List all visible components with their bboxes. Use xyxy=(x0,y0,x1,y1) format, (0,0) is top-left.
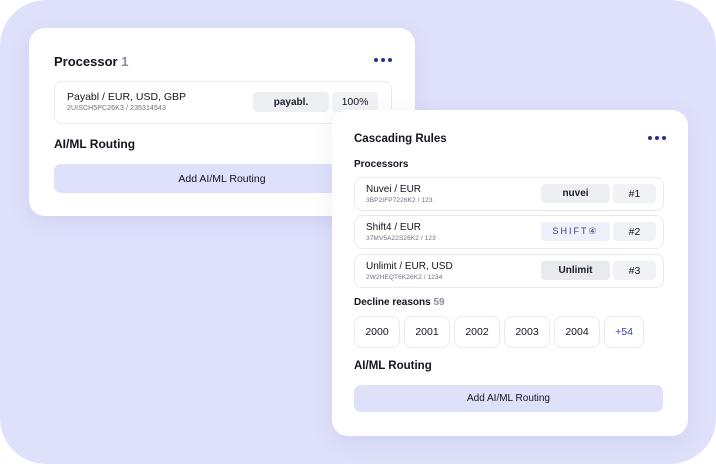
processor-name: Payabl / EUR, USD, GBP xyxy=(67,91,187,103)
processor-rank: #2 xyxy=(613,222,656,241)
cascade-processor-row[interactable]: Nuvei / EUR 3BP2IFP7226K2 / 123 nuvei #1 xyxy=(354,177,664,211)
processor-id: 37MV5A22S26K2 / 123 xyxy=(366,235,436,242)
decline-code-chip[interactable]: 2004 xyxy=(554,316,600,348)
more-dots-icon[interactable] xyxy=(374,55,394,65)
cascading-rules-card: Cascading Rules Processors Nuvei / EUR 3… xyxy=(332,110,688,436)
decline-reasons-label: Decline reasons 59 xyxy=(354,297,445,308)
processor-name: Shift4 / EUR xyxy=(366,222,422,233)
unlimit-logo: Unlimit xyxy=(541,261,610,280)
processor-rank: #1 xyxy=(613,184,656,203)
processor-name: Nuvei / EUR xyxy=(366,184,422,195)
processors-label: Processors xyxy=(354,159,409,170)
decline-code-chip[interactable]: 2002 xyxy=(454,316,500,348)
routing-title: AI/ML Routing xyxy=(354,360,432,372)
cascade-processor-row[interactable]: Shift4 / EUR 37MV5A22S26K2 / 123 SHIFT④ … xyxy=(354,215,664,249)
processor-count: 1 xyxy=(121,54,129,69)
shift4-logo: SHIFT④ xyxy=(541,222,610,241)
decline-count: 59 xyxy=(433,297,445,308)
processor-card-title: Processor 1 xyxy=(54,54,129,69)
routing-title: AI/ML Routing xyxy=(54,137,136,151)
more-dots-icon[interactable] xyxy=(648,133,668,143)
add-ai-ml-routing-button[interactable]: Add AI/ML Routing xyxy=(354,385,663,412)
nuvei-logo: nuvei xyxy=(541,184,610,203)
payabl-logo: payabl. xyxy=(253,92,329,112)
cascade-processor-row[interactable]: Unlimit / EUR, USD 2W2HEQT6K26K2 / 1234 … xyxy=(354,254,664,288)
processor-rank: #3 xyxy=(613,261,656,280)
processor-percent: 100% xyxy=(332,92,378,112)
more-decline-codes-chip[interactable]: +54 xyxy=(604,316,644,348)
decline-code-chip[interactable]: 2003 xyxy=(504,316,550,348)
decline-code-chip[interactable]: 2000 xyxy=(354,316,400,348)
cascading-card-title: Cascading Rules xyxy=(354,133,447,145)
processor-id: 2UISCH5PC26K3 / 235314543 xyxy=(67,105,167,112)
decline-code-chip[interactable]: 2001 xyxy=(404,316,450,348)
processor-id: 2W2HEQT6K26K2 / 1234 xyxy=(366,274,443,281)
processor-id: 3BP2IFP7226K2 / 123 xyxy=(366,197,433,204)
processor-name: Unlimit / EUR, USD xyxy=(366,261,453,272)
